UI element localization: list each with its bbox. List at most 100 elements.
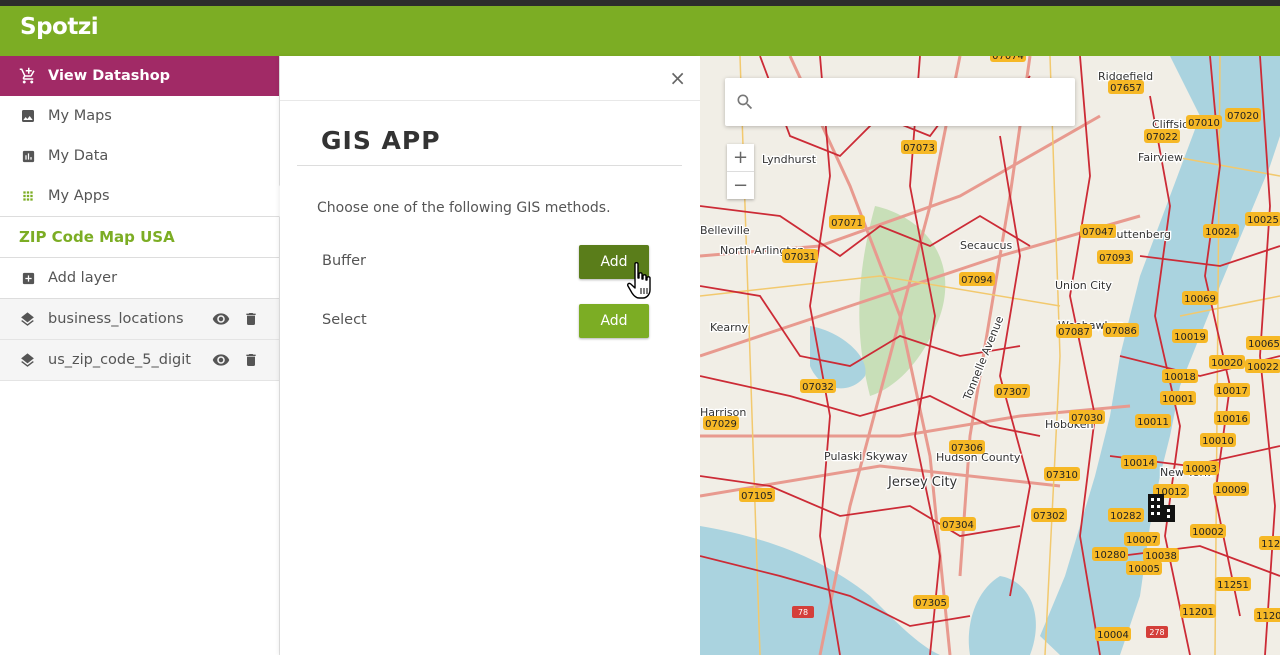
zip-label[interactable]: 07073: [901, 140, 937, 154]
zip-label[interactable]: 07307: [994, 384, 1030, 398]
zip-label[interactable]: 10065: [1246, 336, 1280, 350]
zip-label[interactable]: 07305: [913, 595, 949, 609]
sidebar-item-my-data[interactable]: My Data: [0, 136, 279, 176]
zip-label[interactable]: 07086: [1103, 323, 1139, 337]
zip-code-text: 11201: [1182, 607, 1214, 618]
divider: [297, 165, 682, 166]
layer-row-us-zip-code[interactable]: us_zip_code_5_digit: [0, 340, 279, 381]
zip-label[interactable]: 07087: [1056, 324, 1092, 338]
zip-label[interactable]: 07074: [990, 56, 1026, 62]
zip-label[interactable]: 10016: [1214, 411, 1250, 425]
map-canvas[interactable]: Ridgefield Cliffside Fairview Lyndhurst Bell…: [700, 56, 1280, 655]
zip-code-text: 07047: [1082, 227, 1114, 238]
zip-label[interactable]: 10019: [1172, 329, 1208, 343]
zip-label[interactable]: 07105: [739, 488, 775, 502]
map-search-input[interactable]: [765, 88, 1064, 116]
zip-label[interactable]: 10014: [1121, 455, 1157, 469]
place-label: Kearny: [710, 321, 748, 334]
layer-name: us_zip_code_5_digit: [48, 352, 191, 368]
zip-label[interactable]: 10002: [1190, 524, 1226, 538]
zip-label[interactable]: 07047: [1080, 224, 1116, 238]
zip-label[interactable]: 11249: [1259, 536, 1280, 550]
zip-label[interactable]: 07094: [959, 272, 995, 286]
zip-code-text: 07020: [1227, 111, 1259, 122]
zip-label[interactable]: 11205: [1254, 608, 1280, 622]
zip-code-text: 07074: [992, 56, 1024, 62]
zip-label[interactable]: 10282: [1108, 508, 1144, 522]
zip-label[interactable]: 10011: [1135, 414, 1171, 428]
add-select-button[interactable]: Add: [579, 304, 649, 338]
zip-label[interactable]: 07032: [800, 379, 836, 393]
zip-label[interactable]: 10004: [1095, 627, 1131, 641]
zip-label[interactable]: 10009: [1213, 482, 1249, 496]
zip-label[interactable]: 10022: [1245, 359, 1280, 373]
zip-label[interactable]: 10001: [1160, 391, 1196, 405]
zip-code-text: 10022: [1247, 362, 1279, 373]
zip-code-text: 10019: [1174, 332, 1206, 343]
zip-label[interactable]: 07030: [1069, 410, 1105, 424]
zoom-in-button[interactable]: +: [727, 144, 754, 172]
zip-label[interactable]: 07304: [940, 517, 976, 531]
view-datashop-button[interactable]: View Datashop: [0, 56, 279, 96]
zip-code-text: 07094: [961, 275, 993, 286]
zip-label[interactable]: 07031: [782, 249, 818, 263]
map-name[interactable]: ZIP Code Map USA: [0, 216, 279, 258]
zip-label[interactable]: 10280: [1092, 547, 1128, 561]
zip-label[interactable]: 07310: [1044, 467, 1080, 481]
zip-label[interactable]: 10018: [1162, 369, 1198, 383]
zip-label[interactable]: 10069: [1182, 291, 1218, 305]
zip-label[interactable]: 07302: [1031, 508, 1067, 522]
map-base: RidgefieldCliffsideFairviewLyndhurstBell…: [700, 56, 1280, 655]
zip-code-text: 10069: [1184, 294, 1216, 305]
zip-label[interactable]: 07306: [949, 440, 985, 454]
zip-label[interactable]: 07657: [1108, 80, 1144, 94]
place-label: Lyndhurst: [762, 153, 817, 166]
zip-label[interactable]: 11251: [1215, 577, 1251, 591]
zip-label[interactable]: 11201: [1180, 604, 1216, 618]
trash-icon[interactable]: [243, 310, 259, 332]
sidebar: View Datashop My Maps My Data My Apps ZI…: [0, 56, 280, 655]
zip-label[interactable]: 07022: [1144, 129, 1180, 143]
eye-icon[interactable]: [211, 351, 231, 373]
layer-row-business-locations[interactable]: business_locations: [0, 299, 279, 340]
zip-code-text: 10280: [1094, 550, 1126, 561]
zip-label[interactable]: 10005: [1126, 561, 1162, 575]
app-header: Spotzi: [0, 6, 1280, 56]
zip-code-text: 07307: [996, 387, 1028, 398]
place-label: Union City: [1055, 279, 1112, 292]
zip-label[interactable]: 10003: [1183, 461, 1219, 475]
trash-icon[interactable]: [243, 351, 259, 373]
add-layer-button[interactable]: Add layer: [0, 258, 279, 299]
sidebar-item-my-maps[interactable]: My Maps: [0, 96, 279, 136]
zip-code-text: 10011: [1137, 417, 1169, 428]
zoom-out-button[interactable]: −: [727, 172, 754, 199]
spotzi-logo[interactable]: Spotzi: [20, 14, 99, 40]
add-box-icon: [19, 269, 37, 287]
zip-label[interactable]: 10024: [1203, 224, 1239, 238]
zip-code-text: 07087: [1058, 327, 1090, 338]
zip-code-text: 07029: [705, 419, 737, 430]
zip-label[interactable]: 10007: [1124, 532, 1160, 546]
zip-code-text: 07306: [951, 443, 983, 454]
zip-code-text: 11205: [1256, 611, 1280, 622]
zip-label[interactable]: 07010: [1186, 115, 1222, 129]
close-icon[interactable]: ×: [669, 66, 686, 90]
zip-label[interactable]: 07029: [703, 416, 739, 430]
zip-code-text: 10038: [1145, 551, 1177, 562]
zip-code-text: 10010: [1202, 436, 1234, 447]
zip-code-text: 10065: [1248, 339, 1280, 350]
zip-label[interactable]: 10017: [1214, 383, 1250, 397]
zip-label[interactable]: 10020: [1209, 355, 1245, 369]
zip-code-text: 10007: [1126, 535, 1158, 546]
zip-label[interactable]: 10038: [1143, 548, 1179, 562]
sidebar-item-label: My Apps: [48, 188, 110, 204]
zip-label[interactable]: 07093: [1097, 250, 1133, 264]
search-icon[interactable]: [735, 92, 755, 116]
sidebar-item-my-apps[interactable]: My Apps: [0, 176, 279, 216]
zip-label[interactable]: 07071: [829, 215, 865, 229]
zip-label[interactable]: 07020: [1225, 108, 1261, 122]
zip-label[interactable]: 10025: [1245, 212, 1280, 226]
eye-icon[interactable]: [211, 310, 231, 332]
zip-label[interactable]: 10010: [1200, 433, 1236, 447]
map-search-box[interactable]: [725, 78, 1075, 126]
